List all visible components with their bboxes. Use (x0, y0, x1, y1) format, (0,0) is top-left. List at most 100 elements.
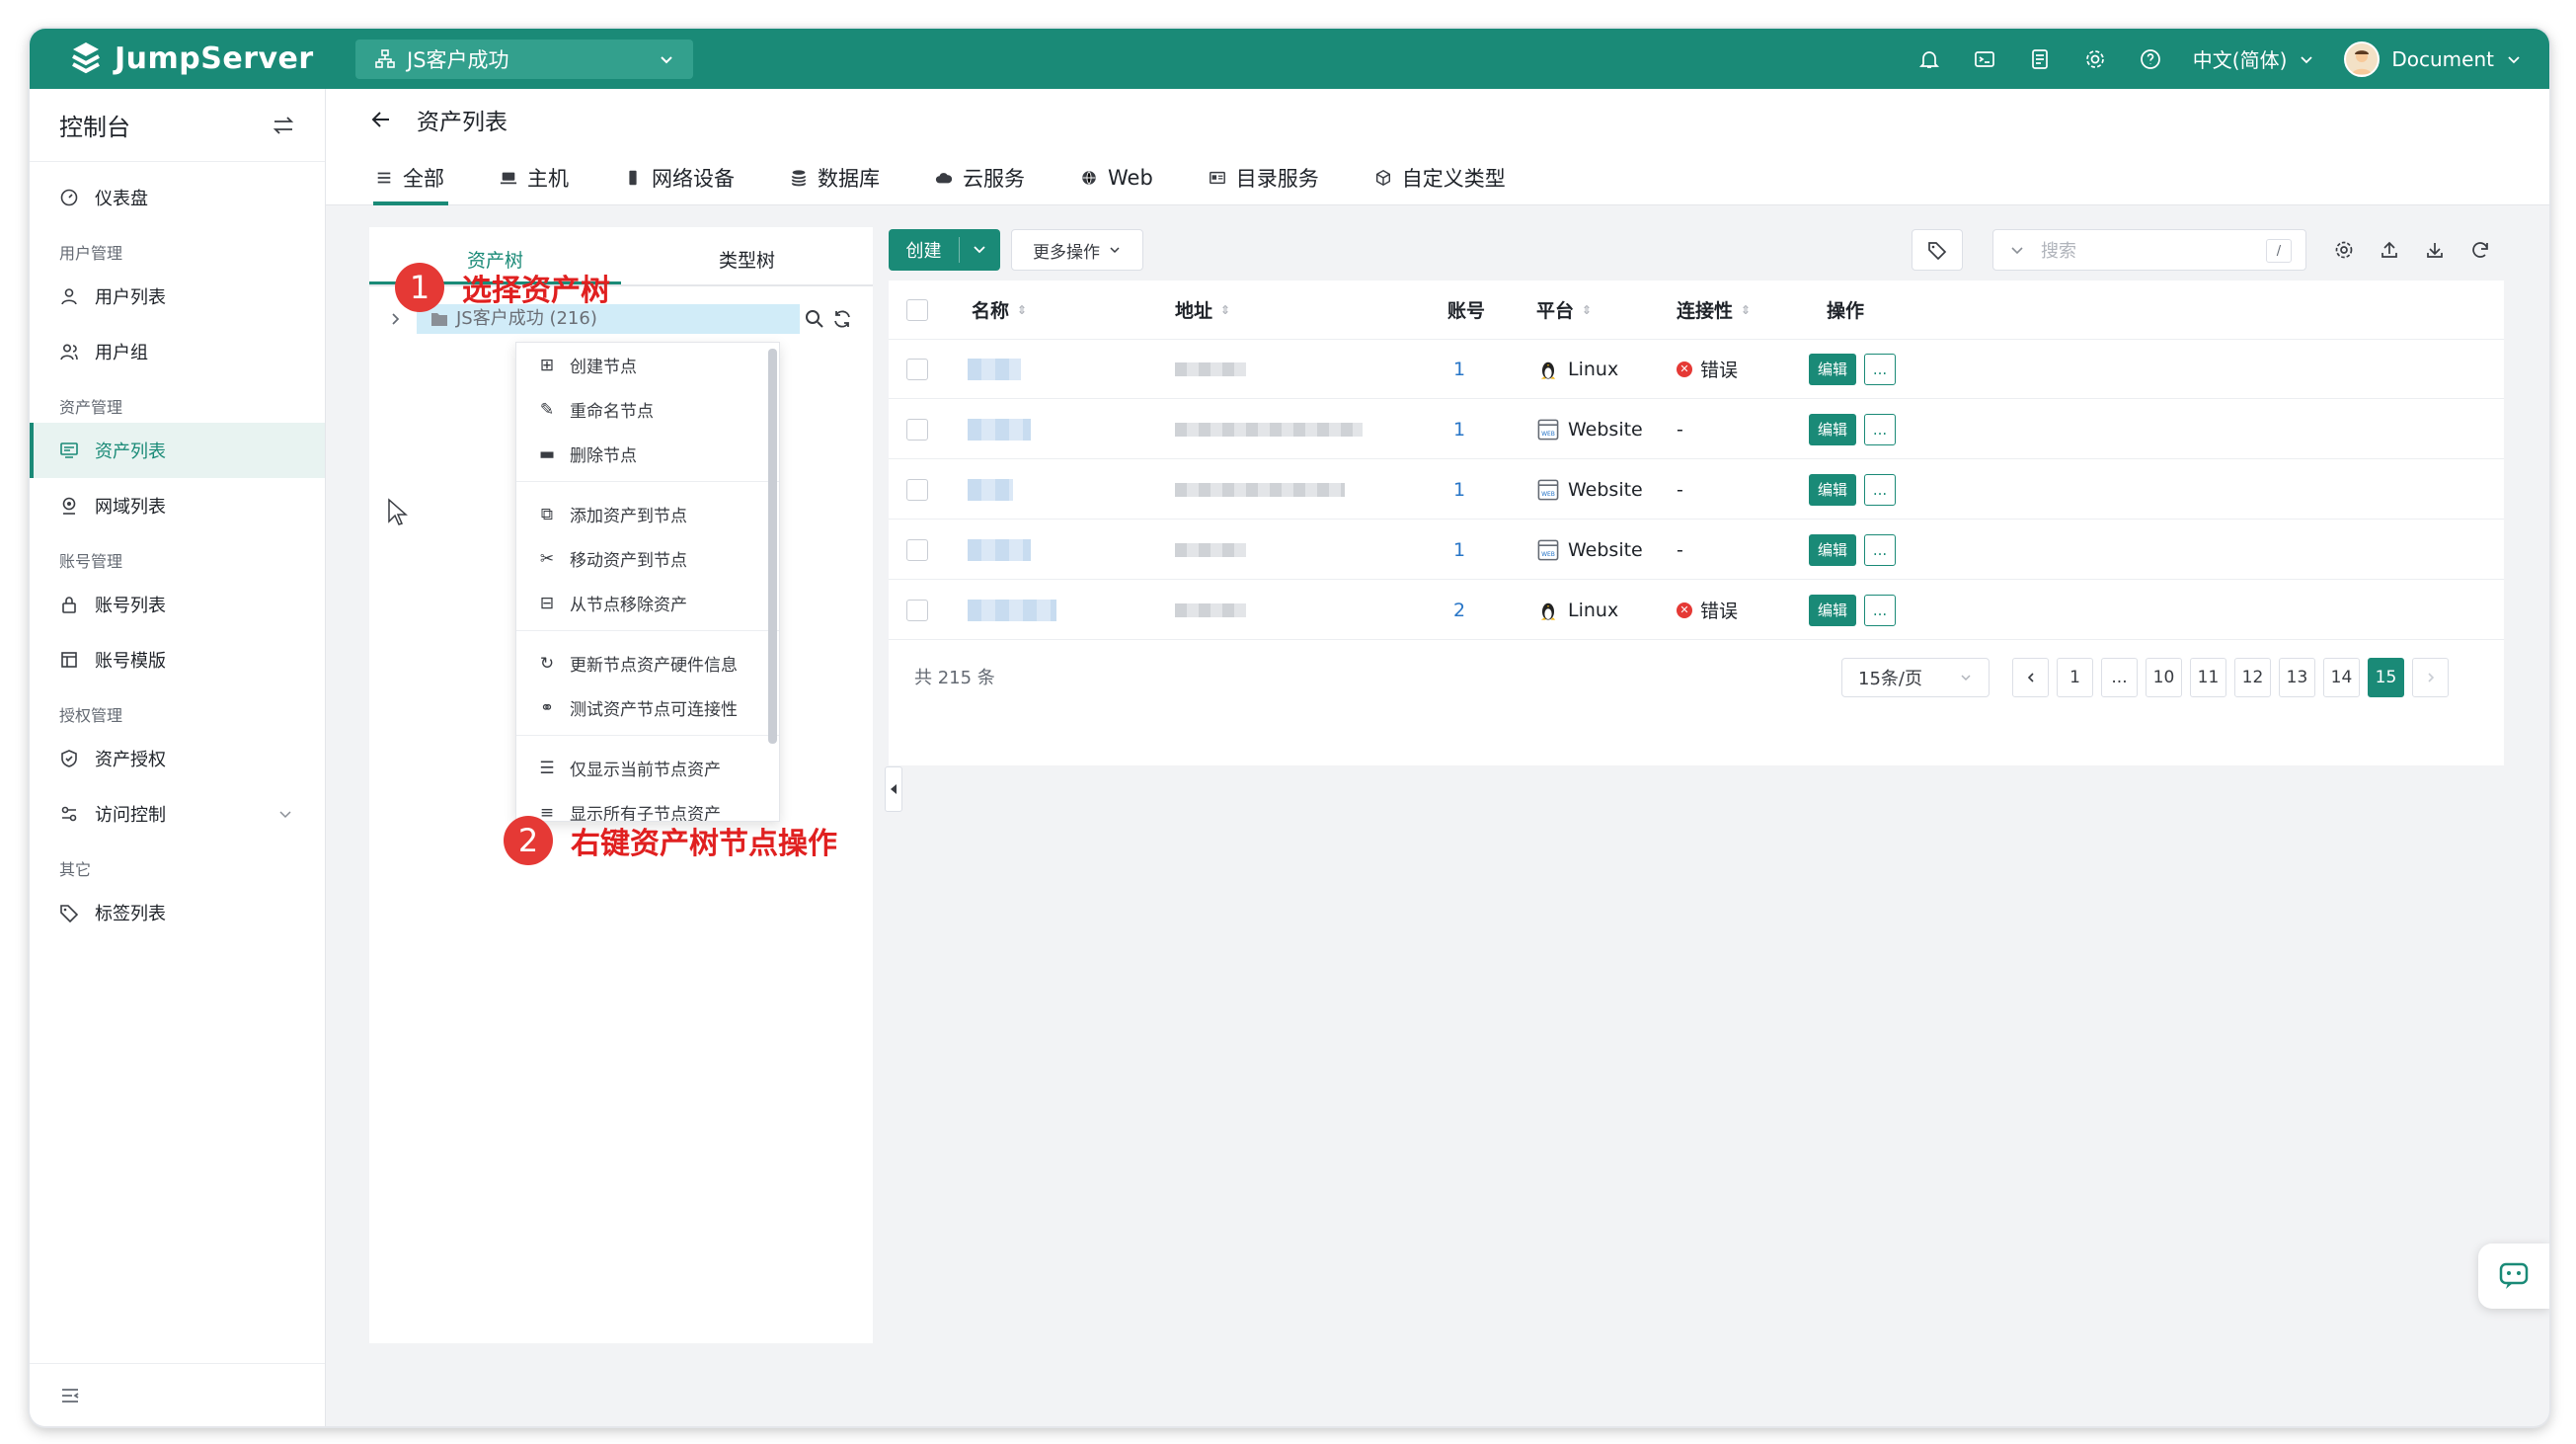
context-menu-item[interactable]: ☰ 仅显示当前节点资产 (516, 746, 779, 790)
help-icon[interactable] (2138, 46, 2163, 72)
table-row[interactable]: 1 Linux ✕ 错误 编辑... (889, 340, 2504, 399)
account-count[interactable]: 2 (1453, 600, 1465, 621)
terminal-icon[interactable] (1972, 46, 1997, 72)
ticket-icon[interactable] (2027, 46, 2053, 72)
search-icon[interactable] (804, 308, 825, 330)
context-menu-item[interactable]: ⚭ 测试资产节点可连接性 (516, 685, 779, 730)
page-button[interactable]: 13 (2279, 658, 2315, 697)
settings-icon[interactable] (2334, 240, 2354, 260)
asset-name-redacted[interactable] (968, 478, 1013, 501)
page-button[interactable]: 15 (2368, 658, 2404, 697)
context-menu-item[interactable]: ⧉ 添加资产到节点 (516, 492, 779, 536)
tab-cloud[interactable]: 云服务 (935, 158, 1025, 198)
account-count[interactable]: 1 (1453, 419, 1465, 441)
page-button[interactable]: 12 (2234, 658, 2271, 697)
asset-name-redacted[interactable] (968, 538, 1031, 561)
next-page-button[interactable] (2412, 658, 2449, 697)
context-menu-item[interactable]: ⊟ 从节点移除资产 (516, 581, 779, 625)
edit-button[interactable]: 编辑 (1809, 473, 1856, 506)
tab-directory[interactable]: 目录服务 (1209, 158, 1319, 198)
edit-button[interactable]: 编辑 (1809, 594, 1856, 626)
tab-cube[interactable]: 自定义类型 (1374, 158, 1506, 198)
edit-button[interactable]: 编辑 (1809, 533, 1856, 566)
sidebar-item[interactable]: 账号模版 (30, 632, 325, 687)
sidebar-item[interactable]: 网域列表 (30, 478, 325, 533)
tab-host[interactable]: 主机 (500, 158, 569, 198)
header-address[interactable]: 地址 ⇕ (1175, 296, 1230, 323)
asset-name-redacted[interactable] (968, 358, 1021, 380)
refresh-icon[interactable] (2470, 240, 2490, 260)
chat-assistant-button[interactable] (2478, 1243, 2549, 1309)
collapse-menu-icon[interactable] (59, 1385, 81, 1406)
sort-icon[interactable]: ⇕ (1220, 303, 1230, 317)
language-selector[interactable]: 中文(简体) (2193, 44, 2315, 73)
header-name[interactable]: 名称 ⇕ (972, 296, 1027, 323)
select-all-checkbox[interactable] (906, 298, 928, 321)
context-menu-item[interactable]: ▬ 删除节点 (516, 432, 779, 476)
sidebar-item[interactable]: 账号列表 (30, 577, 325, 632)
more-actions-button[interactable]: 更多操作 (1011, 229, 1143, 271)
page-size-select[interactable]: 15条/页 (1841, 658, 1990, 697)
account-count[interactable]: 1 (1453, 479, 1465, 501)
sort-icon[interactable]: ⇕ (1741, 303, 1751, 317)
context-menu-item[interactable]: ✂ 移动资产到节点 (516, 536, 779, 581)
row-checkbox[interactable] (906, 358, 928, 380)
page-button[interactable]: 14 (2323, 658, 2360, 697)
tab-type-tree[interactable]: 类型树 (621, 227, 873, 284)
table-row[interactable]: 1 WEB Website - 编辑... (889, 521, 2504, 580)
page-ellipsis[interactable]: ... (2101, 658, 2138, 697)
row-checkbox[interactable] (906, 478, 928, 501)
asset-name-redacted[interactable] (968, 418, 1031, 441)
user-menu[interactable]: Document (2344, 40, 2522, 77)
upload-icon[interactable] (2380, 240, 2399, 260)
table-row[interactable]: 1 WEB Website - 编辑... (889, 460, 2504, 520)
account-count[interactable]: 1 (1453, 539, 1465, 561)
account-count[interactable]: 1 (1453, 359, 1465, 380)
org-selector[interactable]: JS客户成功 (355, 40, 693, 79)
tab-globe[interactable]: Web (1080, 158, 1153, 198)
edit-button[interactable]: 编辑 (1809, 353, 1856, 385)
page-button[interactable]: 10 (2146, 658, 2182, 697)
row-checkbox[interactable] (906, 538, 928, 561)
search-input[interactable]: 搜索 / (1992, 229, 2306, 271)
create-button[interactable]: 创建 (889, 229, 1000, 271)
prev-page-button[interactable] (2012, 658, 2049, 697)
collapse-tree-button[interactable] (885, 766, 902, 812)
table-row[interactable]: 2 Linux ✕ 错误 编辑... (889, 581, 2504, 640)
asset-name-redacted[interactable] (968, 599, 1056, 621)
sidebar-item[interactable]: 仪表盘 (30, 170, 325, 225)
edit-button[interactable]: 编辑 (1809, 413, 1856, 445)
header-connectivity[interactable]: 连接性 ⇕ (1677, 296, 1751, 323)
context-menu-item[interactable]: ↻ 更新节点资产硬件信息 (516, 641, 779, 685)
sidebar-item[interactable]: 用户组 (30, 324, 325, 379)
sort-icon[interactable]: ⇕ (1017, 303, 1027, 317)
more-button[interactable]: ... (1864, 594, 1896, 626)
context-menu-item[interactable]: ⊞ 创建节点 (516, 343, 779, 387)
header-platform[interactable]: 平台 ⇕ (1536, 296, 1592, 323)
sidebar-item[interactable]: 访问控制 (30, 786, 325, 842)
switch-view-icon[interactable] (272, 114, 295, 137)
download-icon[interactable] (2425, 240, 2445, 260)
context-menu-scrollbar[interactable] (768, 349, 777, 744)
sidebar-item[interactable]: 资产授权 (30, 731, 325, 786)
row-checkbox[interactable] (906, 599, 928, 621)
chevron-down-icon[interactable] (960, 242, 999, 258)
page-button[interactable]: 11 (2190, 658, 2226, 697)
context-menu-item[interactable]: ✎ 重命名节点 (516, 387, 779, 432)
refresh-icon[interactable] (831, 308, 853, 330)
sort-icon[interactable]: ⇕ (1582, 303, 1592, 317)
more-button[interactable]: ... (1864, 533, 1896, 566)
sidebar-item[interactable]: 资产列表 (30, 423, 325, 478)
settings-icon[interactable] (2082, 46, 2108, 72)
more-button[interactable]: ... (1864, 473, 1896, 506)
tab-list[interactable]: 全部 (373, 158, 448, 205)
back-arrow-icon[interactable] (369, 108, 393, 131)
sidebar-item[interactable]: 用户列表 (30, 269, 325, 324)
more-button[interactable]: ... (1864, 353, 1896, 385)
more-button[interactable]: ... (1864, 413, 1896, 445)
table-row[interactable]: 1 WEB Website - 编辑... (889, 400, 2504, 459)
page-button[interactable]: 1 (2057, 658, 2093, 697)
row-checkbox[interactable] (906, 418, 928, 441)
bell-icon[interactable] (1916, 46, 1942, 72)
tab-database[interactable]: 数据库 (790, 158, 880, 198)
